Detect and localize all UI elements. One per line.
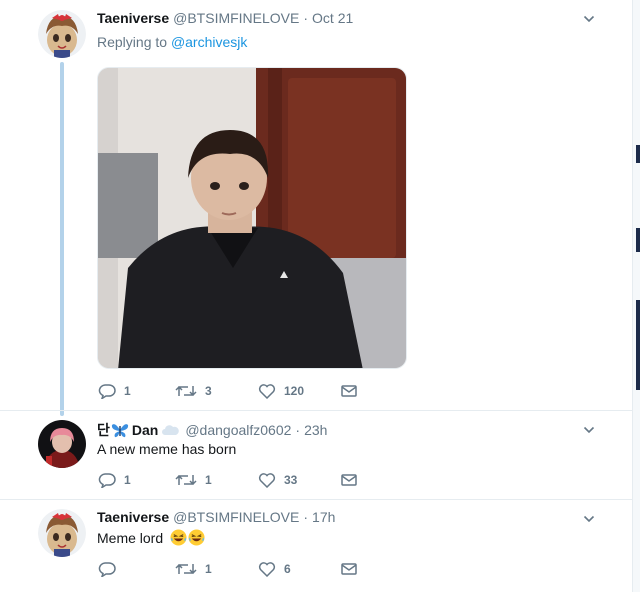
timestamp[interactable]: Oct 21 [312, 10, 353, 26]
direct-message-button[interactable] [340, 472, 358, 488]
page-edge [632, 0, 640, 592]
tweet[interactable]: 단 Dan @dangoalfz0602 · 23h A new meme ha… [0, 410, 632, 498]
like-count: 120 [284, 384, 305, 398]
reply-icon [98, 384, 116, 399]
tweet-text: Meme lord [97, 529, 205, 546]
butterfly-icon [111, 424, 128, 438]
like-button[interactable]: 6 [258, 561, 340, 577]
direct-message-button[interactable] [340, 383, 358, 399]
handle[interactable]: @dangoalfz0602 [185, 422, 291, 438]
display-name[interactable]: Taeniverse [97, 509, 169, 525]
reply-button[interactable]: 1 [98, 472, 175, 488]
edge-accent [636, 300, 640, 390]
name-prefix[interactable]: 단 [97, 420, 110, 440]
reply-count: 1 [124, 384, 131, 398]
laughing-face-icon [170, 529, 187, 546]
avatar[interactable] [38, 10, 86, 58]
direct-message-icon [341, 474, 357, 486]
retweet-icon [175, 563, 197, 575]
display-name[interactable]: Taeniverse [97, 10, 169, 26]
photo-image [98, 68, 406, 368]
retweet-icon [175, 474, 197, 486]
chevron-down-icon[interactable] [583, 513, 595, 525]
edge-accent [636, 228, 640, 252]
tweet-thread: Taeniverse @BTSIMFINELOVE · Oct 21 Reply… [0, 0, 632, 592]
tweet[interactable]: Taeniverse @BTSIMFINELOVE · 17h Meme lor… [0, 499, 632, 592]
tweet-text: A new meme has born [97, 441, 237, 457]
display-name[interactable]: Dan [132, 422, 158, 438]
reply-icon [98, 562, 116, 577]
tweet-header: 단 Dan @dangoalfz0602 · 23h [97, 420, 327, 440]
tweet[interactable]: Taeniverse @BTSIMFINELOVE · Oct 21 Reply… [0, 0, 632, 416]
timestamp[interactable]: 23h [304, 422, 327, 438]
laughing-face-icon [188, 529, 205, 546]
thread-line [60, 62, 64, 416]
tweet-actions: 1 3 120 [98, 383, 358, 399]
handle[interactable]: @BTSIMFINELOVE [173, 509, 299, 525]
direct-message-icon [341, 563, 357, 575]
retweet-button[interactable]: 1 [175, 472, 258, 488]
replying-to-link[interactable]: @archivesjk [171, 34, 247, 50]
tweet-actions: 1 1 33 [98, 472, 358, 488]
separator-dot: · [295, 422, 301, 438]
retweet-button[interactable]: 1 [175, 561, 258, 577]
chevron-down-icon[interactable] [583, 424, 595, 436]
chevron-down-icon[interactable] [583, 13, 595, 25]
direct-message-icon [341, 385, 357, 397]
retweet-icon [175, 385, 197, 397]
avatar[interactable] [38, 509, 86, 557]
tweet-actions: 1 6 [98, 561, 358, 577]
separator-dot: · [303, 509, 309, 525]
retweet-count: 1 [205, 473, 212, 487]
separator-dot: · [303, 10, 309, 26]
tweet-header: Taeniverse @BTSIMFINELOVE · Oct 21 [97, 10, 353, 26]
reply-icon [98, 473, 116, 488]
reply-button[interactable]: 1 [98, 383, 175, 399]
timestamp[interactable]: 17h [312, 509, 335, 525]
like-button[interactable]: 120 [258, 383, 340, 399]
retweet-count: 1 [205, 562, 212, 576]
avatar[interactable] [38, 420, 86, 468]
like-icon [258, 473, 276, 488]
handle[interactable]: @BTSIMFINELOVE [173, 10, 299, 26]
reply-button[interactable] [98, 561, 175, 577]
replying-prefix: Replying to [97, 34, 168, 50]
replying-to: Replying to @archivesjk [97, 34, 247, 50]
tweet-photo[interactable] [97, 67, 407, 369]
tweet-header: Taeniverse @BTSIMFINELOVE · 17h [97, 509, 335, 525]
like-icon [258, 562, 276, 577]
direct-message-button[interactable] [340, 561, 358, 577]
edge-accent [636, 145, 640, 163]
like-count: 6 [284, 562, 291, 576]
retweet-count: 3 [205, 384, 212, 398]
cloud-icon [162, 425, 180, 435]
like-button[interactable]: 33 [258, 472, 340, 488]
retweet-button[interactable]: 3 [175, 383, 258, 399]
like-icon [258, 384, 276, 399]
reply-count: 1 [124, 473, 131, 487]
like-count: 33 [284, 473, 298, 487]
tweet-text-content: Meme lord [97, 530, 164, 546]
